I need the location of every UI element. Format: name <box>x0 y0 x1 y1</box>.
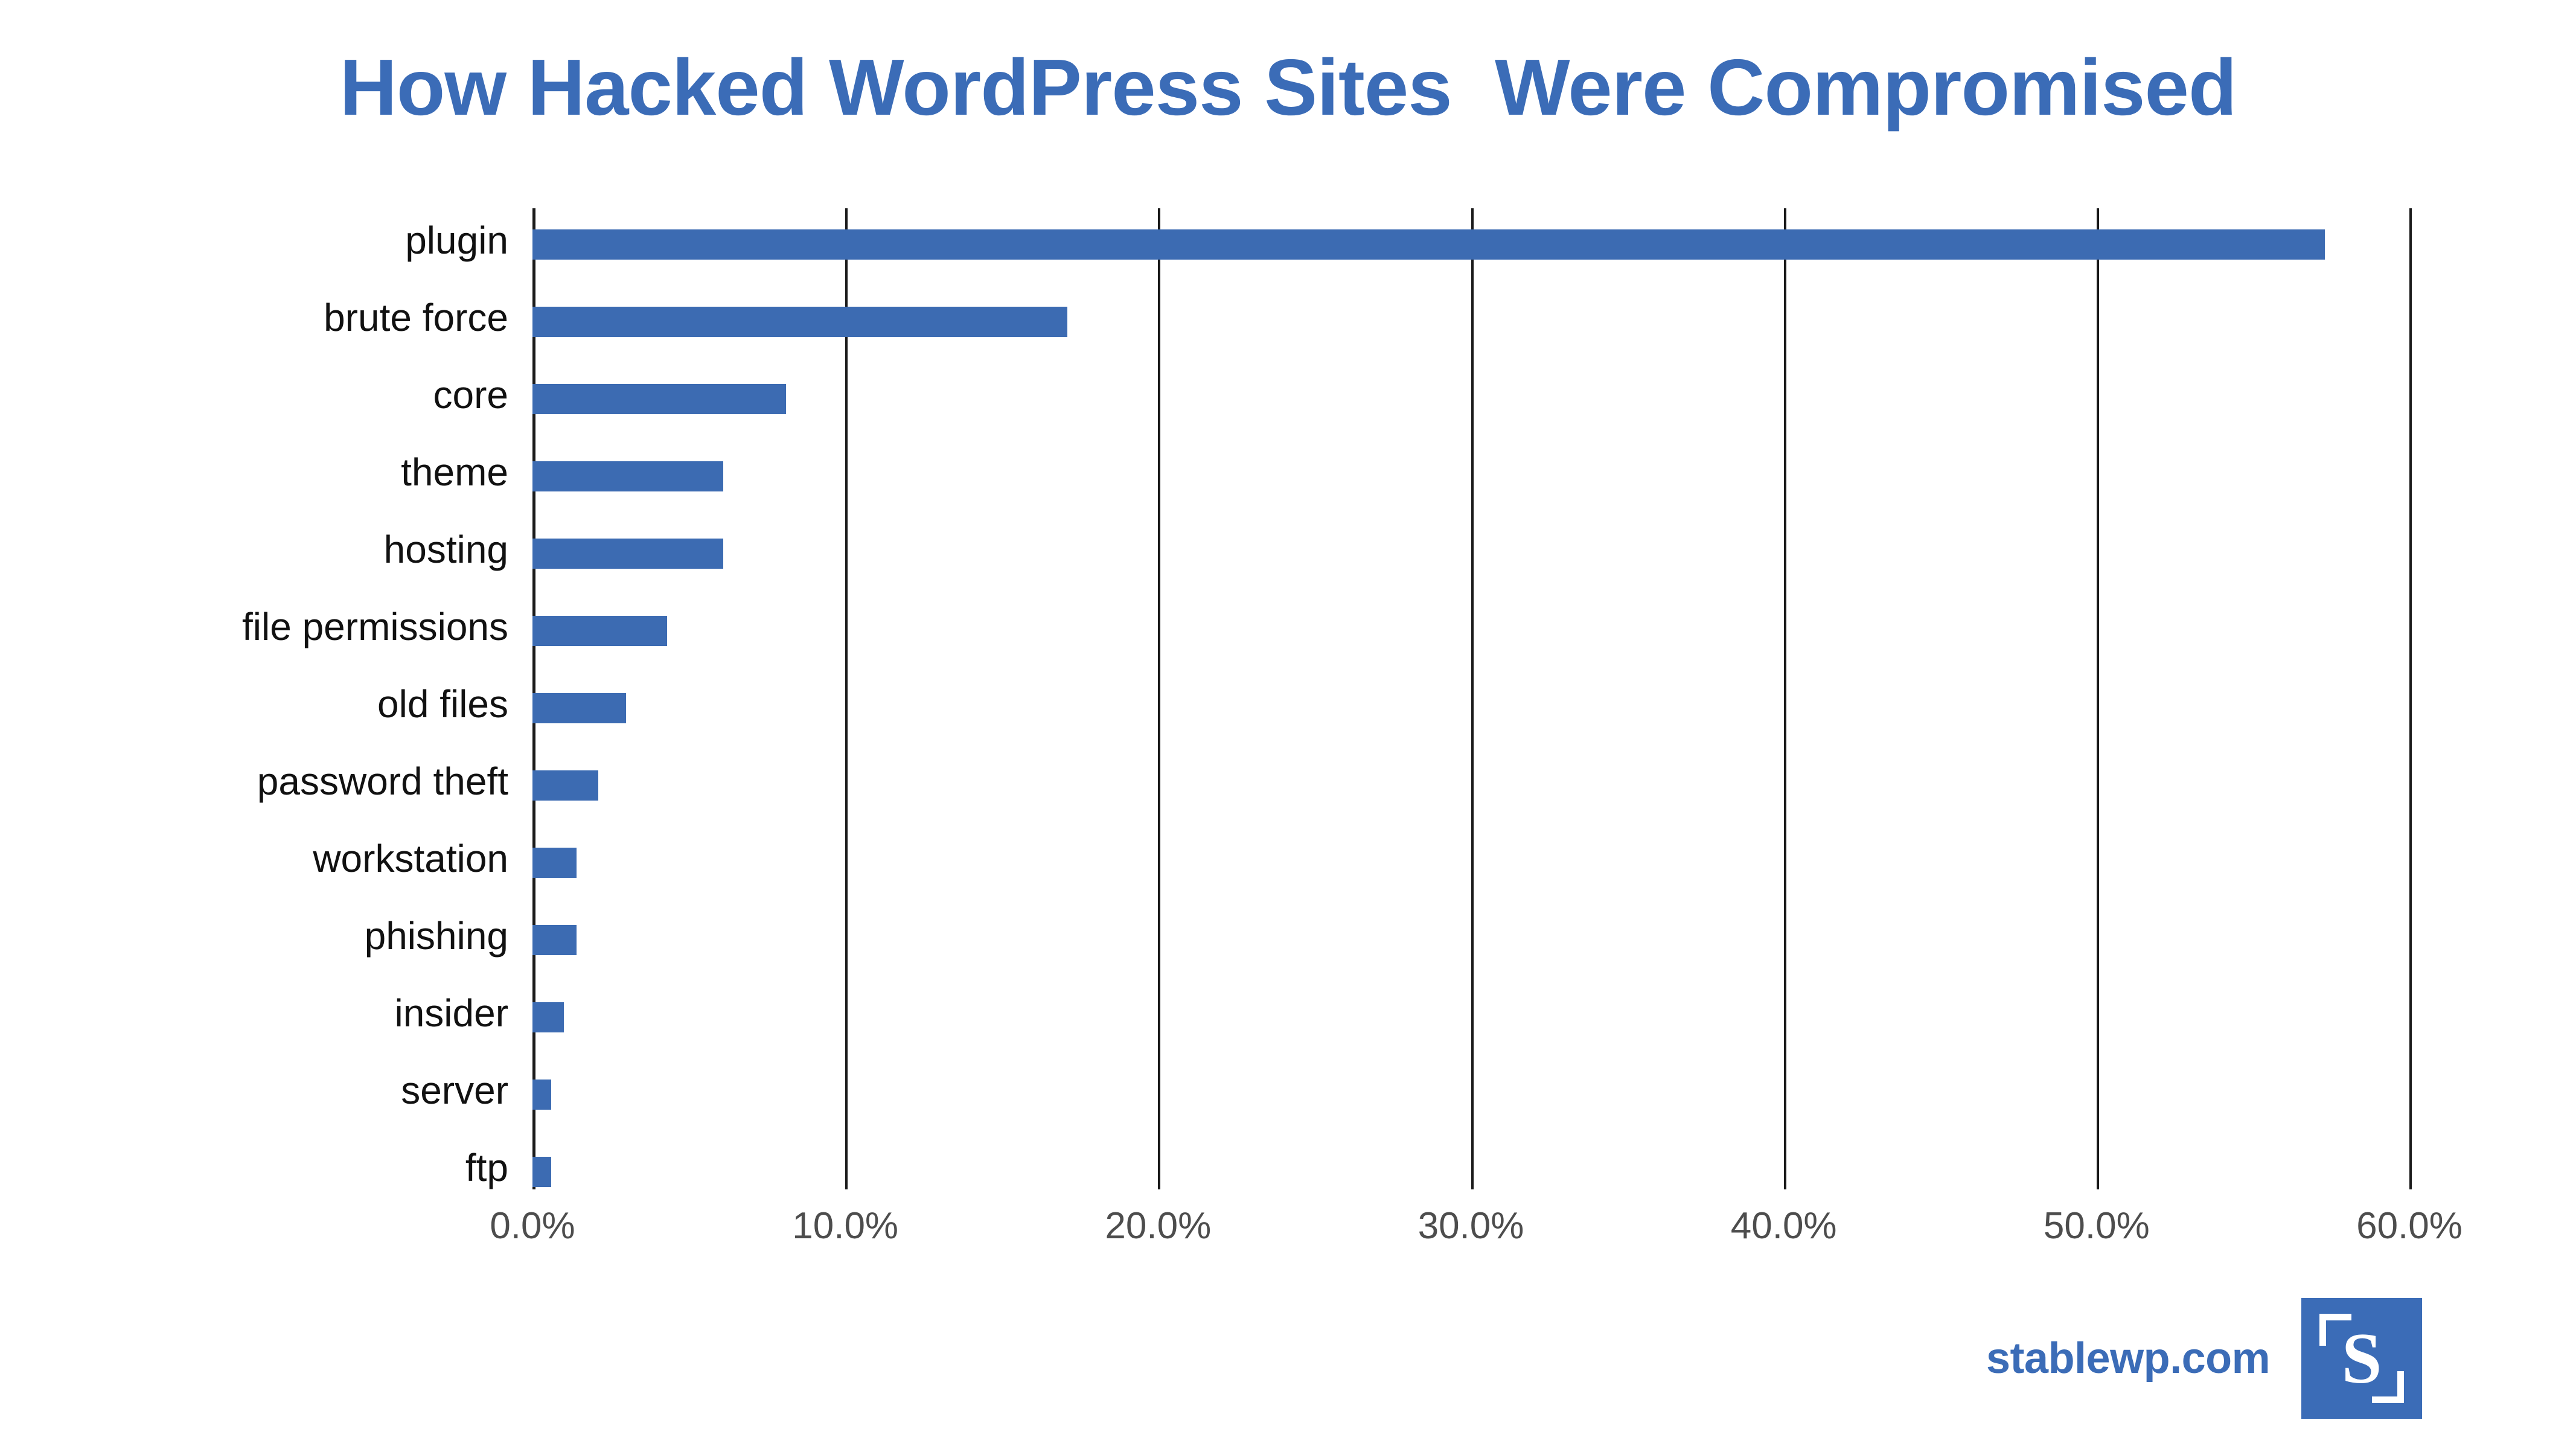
y-tick-label: password theft <box>257 760 508 803</box>
bar[interactable] <box>532 1080 552 1110</box>
chart-plot-area <box>532 213 2409 1187</box>
bar[interactable] <box>532 307 1068 337</box>
bar[interactable] <box>532 539 724 569</box>
bar-row <box>532 290 2409 367</box>
y-tick-label: old files <box>377 682 508 726</box>
x-tick-label: 60.0% <box>2356 1205 2463 1247</box>
y-axis-tick-labels: plugin brute force core theme hosting file pe… <box>13 213 509 1189</box>
bar[interactable] <box>532 1002 564 1032</box>
bar[interactable] <box>532 1157 552 1187</box>
x-tick-label: 40.0% <box>1730 1205 1837 1247</box>
bar-row <box>532 522 2409 599</box>
bar[interactable] <box>532 693 627 723</box>
gridline <box>2409 208 2412 1189</box>
page-title: How Hacked WordPress Sites Were Compromi… <box>339 43 2237 132</box>
bar-row <box>532 367 2409 444</box>
logo-letter: S <box>2341 1318 2382 1398</box>
brand-footer[interactable]: stablewp.com S <box>1986 1298 2423 1419</box>
bar[interactable] <box>532 925 577 955</box>
y-tick-label: server <box>401 1069 508 1112</box>
bar[interactable] <box>532 616 667 646</box>
stablewp-logo-icon: S <box>2301 1298 2423 1419</box>
y-tick-label: ftp <box>465 1146 508 1189</box>
y-tick-label: brute force <box>324 296 508 339</box>
y-tick-label: insider <box>394 991 508 1035</box>
x-tick-label: 50.0% <box>2043 1205 2150 1247</box>
y-tick-label: file permissions <box>241 605 508 648</box>
y-tick-label: phishing <box>364 914 508 958</box>
y-tick-label: theme <box>401 450 508 494</box>
bar-row <box>532 831 2409 908</box>
bar[interactable] <box>532 770 598 801</box>
y-tick-label: workstation <box>313 837 508 880</box>
bar-row <box>532 753 2409 831</box>
bar-row <box>532 985 2409 1063</box>
x-tick-label: 10.0% <box>792 1205 899 1247</box>
brand-site-label: stablewp.com <box>1986 1334 2271 1383</box>
bar-row <box>532 908 2409 985</box>
bar-row <box>532 676 2409 753</box>
y-tick-label: core <box>433 373 509 417</box>
bar-row <box>532 1063 2409 1140</box>
y-tick-label: hosting <box>383 528 508 571</box>
x-tick-label: 0.0% <box>490 1205 575 1247</box>
x-tick-label: 30.0% <box>1417 1205 1524 1247</box>
bar[interactable] <box>532 461 724 491</box>
x-axis-tick-labels: 0.0% 10.0% 20.0% 30.0% 40.0% 50.0% 60.0% <box>0 1204 2576 1265</box>
bar[interactable] <box>532 229 2325 260</box>
bar-row <box>532 444 2409 522</box>
bar-row <box>532 213 2409 290</box>
bar[interactable] <box>532 384 786 414</box>
x-tick-label: 20.0% <box>1105 1205 1212 1247</box>
y-tick-label: plugin <box>405 219 508 262</box>
bar-row <box>532 599 2409 676</box>
bar[interactable] <box>532 848 577 878</box>
